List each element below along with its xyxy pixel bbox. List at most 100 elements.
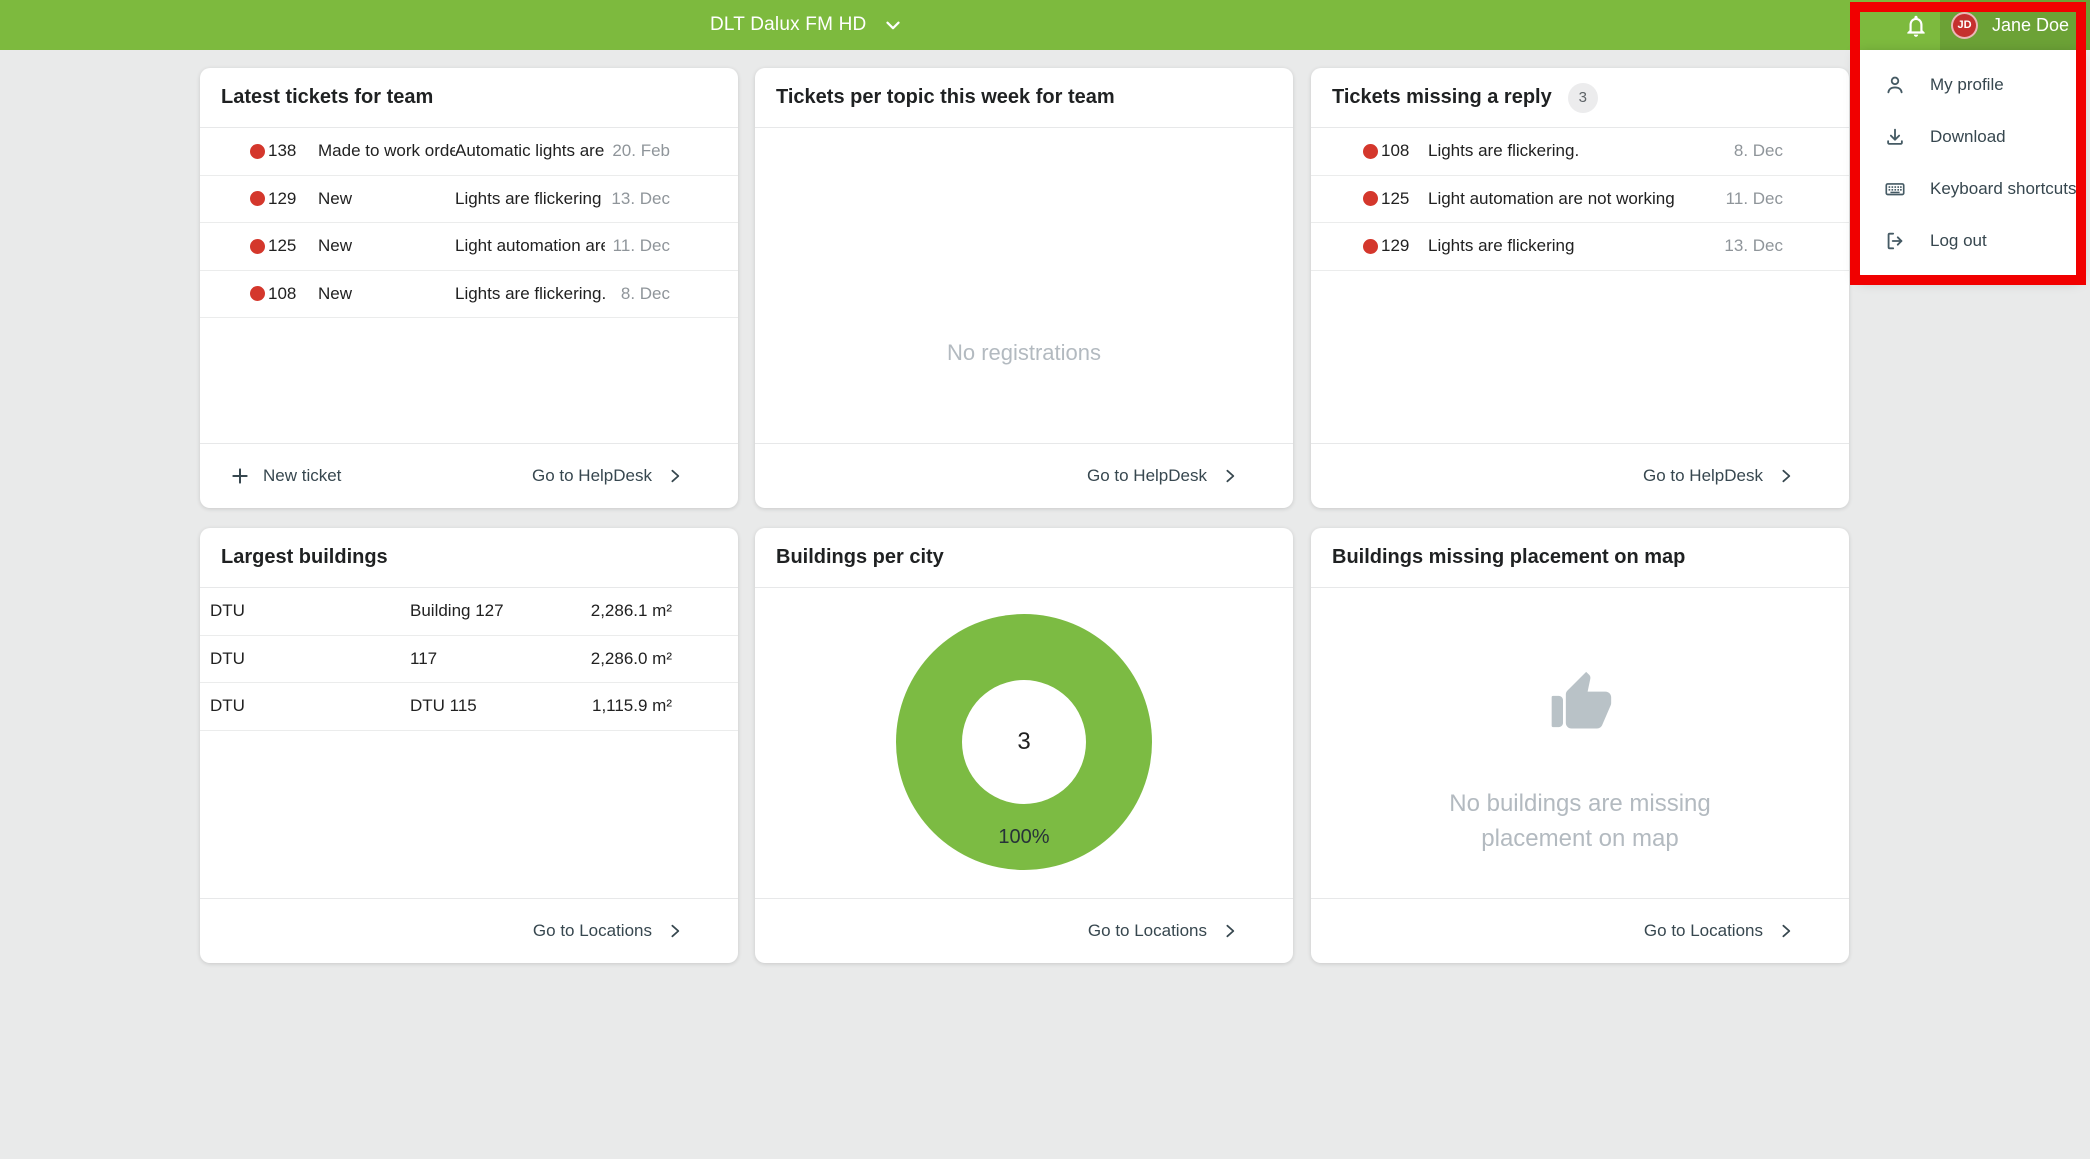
- empty-state-line1: No buildings are missing: [1311, 786, 1849, 821]
- building-area: 2,286.0 m²: [591, 649, 672, 669]
- card-footer: Go to Locations: [1311, 898, 1849, 963]
- ticket-subject: Lights are flickering: [1428, 236, 1716, 256]
- status-dot-icon: [1363, 239, 1381, 254]
- menu-item-my-profile[interactable]: My profile: [1858, 59, 2080, 111]
- status-dot-icon: [1363, 144, 1381, 159]
- ticket-row[interactable]: 138 Made to work order Automatic lights …: [200, 128, 738, 176]
- status-dot-icon: [250, 191, 268, 206]
- count-badge: 3: [1568, 83, 1598, 113]
- building-name: 117: [410, 649, 591, 669]
- go-to-helpdesk-link[interactable]: Go to HelpDesk: [1643, 466, 1794, 486]
- ticket-id: 125: [268, 236, 318, 256]
- logout-icon: [1884, 230, 1906, 252]
- go-to-locations-link[interactable]: Go to Locations: [1088, 921, 1238, 941]
- donut-percent-label: 100%: [998, 826, 1049, 849]
- chevron-right-icon: [667, 923, 683, 939]
- empty-state-text: No registrations: [755, 340, 1293, 366]
- person-icon: [1884, 74, 1906, 96]
- go-to-helpdesk-link[interactable]: Go to HelpDesk: [532, 466, 683, 486]
- building-row[interactable]: DTU DTU 115 1,115.9 m²: [200, 683, 738, 731]
- ticket-id: 108: [268, 284, 318, 304]
- menu-item-log-out[interactable]: Log out: [1858, 215, 2080, 267]
- keyboard-icon: [1884, 178, 1906, 200]
- ticket-status: New: [318, 189, 455, 209]
- card-header: Tickets missing a reply 3: [1311, 68, 1849, 128]
- plus-icon: [230, 466, 250, 486]
- ticket-status: New: [318, 236, 455, 256]
- card-footer: Go to Locations: [200, 898, 738, 963]
- card-footer: Go to HelpDesk: [1311, 443, 1849, 508]
- avatar: JD: [1951, 12, 1978, 39]
- card-footer: Go to Locations: [755, 898, 1293, 963]
- go-to-helpdesk-link[interactable]: Go to HelpDesk: [1087, 466, 1238, 486]
- ticket-subject: Light automation are not working: [455, 236, 605, 256]
- ticket-row[interactable]: 125 Light automation are not working 11.…: [1311, 176, 1849, 224]
- ticket-date: 11. Dec: [1726, 189, 1783, 209]
- building-area: 2,286.1 m²: [591, 601, 672, 621]
- link-label: Go to Locations: [533, 921, 652, 941]
- site-name: DTU: [210, 649, 410, 669]
- card-title: Largest buildings: [221, 546, 388, 569]
- ticket-subject: Automatic lights are not working: [455, 141, 604, 161]
- bell-icon: [1903, 13, 1929, 39]
- status-dot-icon: [250, 144, 268, 159]
- ticket-row[interactable]: 108 New Lights are flickering. 8. Dec: [200, 271, 738, 319]
- notifications-button[interactable]: [1901, 11, 1931, 41]
- user-chip[interactable]: JD Jane Doe: [1940, 0, 2090, 50]
- card-buildings-per-city: Buildings per city 3 100% Go to Location…: [755, 528, 1293, 963]
- menu-item-label: My profile: [1930, 75, 2004, 95]
- card-tickets-per-topic: Tickets per topic this week for team No …: [755, 68, 1293, 508]
- card-largest-buildings: Largest buildings DTU Building 127 2,286…: [200, 528, 738, 963]
- menu-item-keyboard-shortcuts[interactable]: Keyboard shortcuts: [1858, 163, 2080, 215]
- ticket-row[interactable]: 125 New Light automation are not working…: [200, 223, 738, 271]
- chevron-right-icon: [1222, 923, 1238, 939]
- thumbs-up-icon: [1546, 669, 1614, 737]
- building-name: Building 127: [410, 601, 591, 621]
- site-name: DTU: [210, 696, 410, 716]
- ticket-id: 108: [1381, 141, 1428, 161]
- new-ticket-button[interactable]: New ticket: [230, 466, 341, 486]
- ticket-id: 129: [268, 189, 318, 209]
- chevron-right-icon: [1778, 923, 1794, 939]
- ticket-subject: Light automation are not working: [1428, 189, 1718, 209]
- chevron-right-icon: [1778, 468, 1794, 484]
- menu-item-download[interactable]: Download: [1858, 111, 2080, 163]
- workspace-selector[interactable]: DLT Dalux FM HD: [710, 0, 904, 50]
- card-latest-tickets: Latest tickets for team 138 Made to work…: [200, 68, 738, 508]
- go-to-locations-link[interactable]: Go to Locations: [1644, 921, 1794, 941]
- ticket-date: 11. Dec: [613, 236, 670, 256]
- ticket-subject: Lights are flickering: [455, 189, 603, 209]
- status-dot-icon: [1363, 191, 1381, 206]
- ticket-row[interactable]: 129 Lights are flickering 13. Dec: [1311, 223, 1849, 271]
- workspace-title: DLT Dalux FM HD: [710, 14, 866, 36]
- empty-state-line2: placement on map: [1311, 821, 1849, 856]
- building-row[interactable]: DTU Building 127 2,286.1 m²: [200, 588, 738, 636]
- card-header: Buildings missing placement on map: [1311, 528, 1849, 588]
- chevron-right-icon: [1222, 468, 1238, 484]
- ticket-row[interactable]: 129 New Lights are flickering 13. Dec: [200, 176, 738, 224]
- empty-state-text: No buildings are missing placement on ma…: [1311, 786, 1849, 856]
- ticket-subject: Lights are flickering.: [455, 284, 613, 304]
- ticket-id: 125: [1381, 189, 1428, 209]
- card-title: Tickets missing a reply: [1332, 86, 1552, 109]
- ticket-date: 13. Dec: [611, 189, 670, 209]
- go-to-locations-link[interactable]: Go to Locations: [533, 921, 683, 941]
- chevron-down-icon: [882, 14, 904, 36]
- ticket-id: 138: [268, 141, 318, 161]
- card-title: Tickets per topic this week for team: [776, 86, 1115, 109]
- ticket-subject: Lights are flickering.: [1428, 141, 1726, 161]
- menu-item-label: Log out: [1930, 231, 1987, 251]
- ticket-date: 20. Feb: [612, 141, 670, 161]
- link-label: Go to Locations: [1088, 921, 1207, 941]
- building-row[interactable]: DTU 117 2,286.0 m²: [200, 636, 738, 684]
- card-header: Tickets per topic this week for team: [755, 68, 1293, 128]
- building-name: DTU 115: [410, 696, 592, 716]
- card-header: Largest buildings: [200, 528, 738, 588]
- card-buildings-missing-placement: Buildings missing placement on map No bu…: [1311, 528, 1849, 963]
- app-header: DLT Dalux FM HD JD Jane Doe: [0, 0, 2090, 50]
- ticket-row[interactable]: 108 Lights are flickering. 8. Dec: [1311, 128, 1849, 176]
- new-ticket-label: New ticket: [263, 466, 341, 486]
- user-menu: My profile Download Keyboard shortcuts L…: [1858, 50, 2080, 276]
- chevron-right-icon: [667, 468, 683, 484]
- ticket-id: 129: [1381, 236, 1428, 256]
